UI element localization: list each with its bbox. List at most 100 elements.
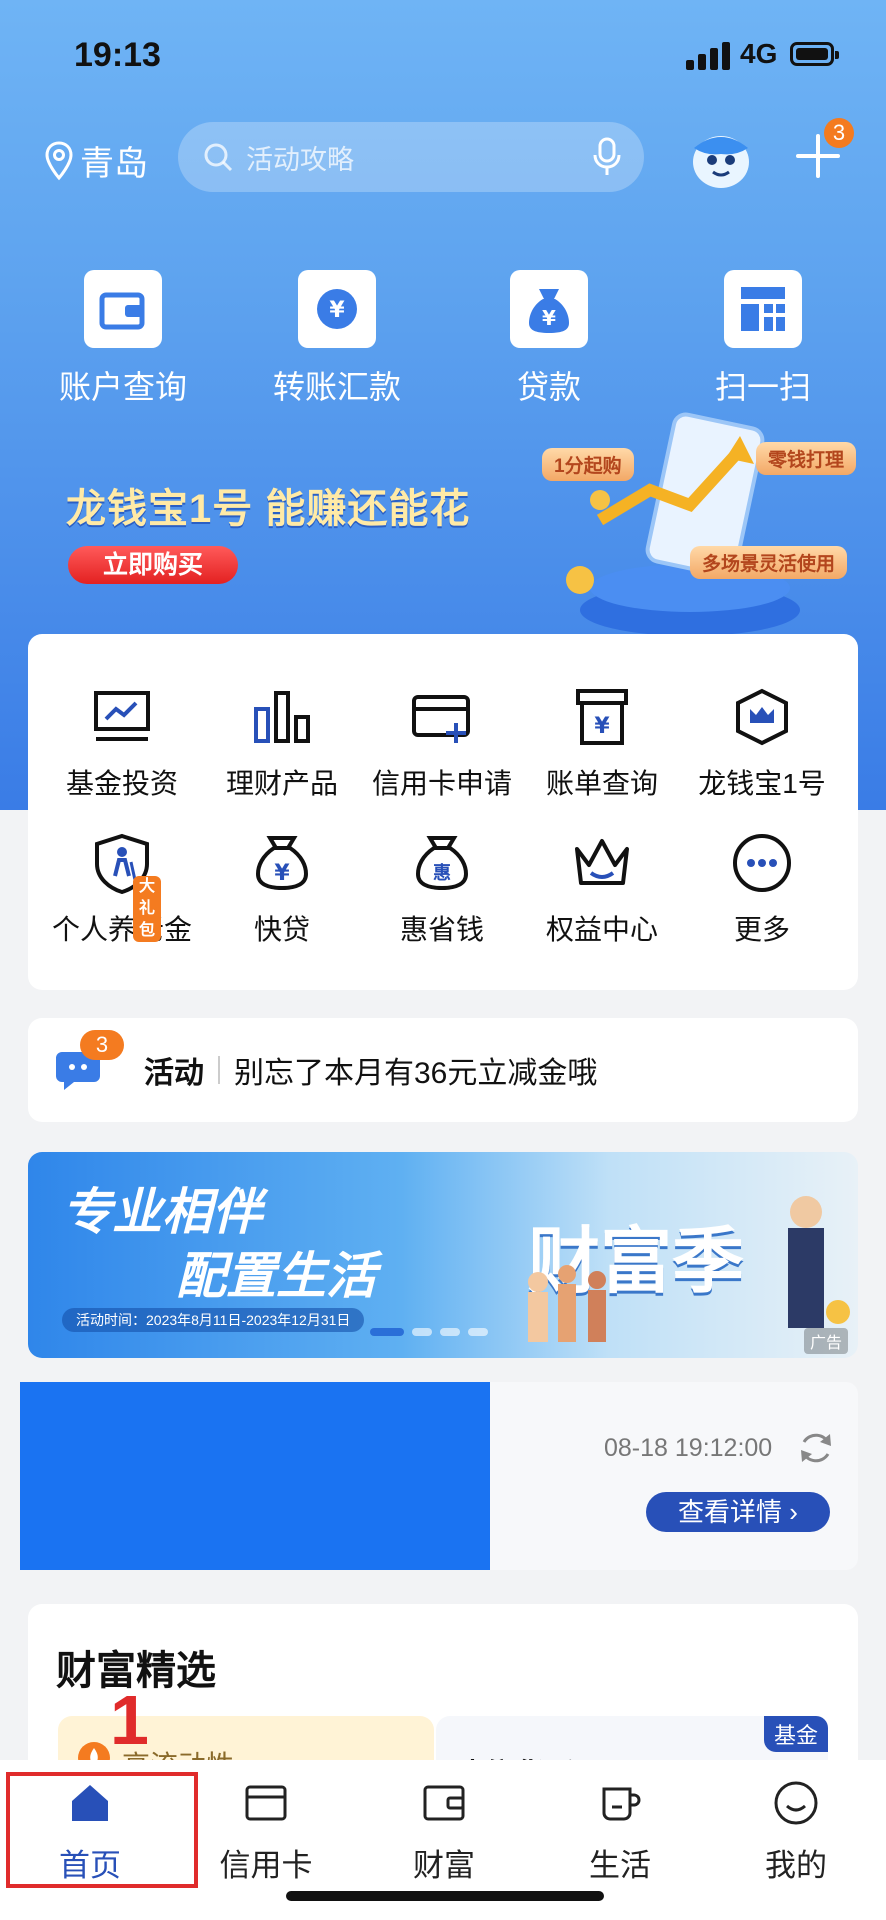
service-pension[interactable]: 大礼包 个人养老金 (42, 828, 202, 948)
tab-life[interactable]: 生活 (540, 1780, 700, 1885)
quick-action-account[interactable]: 账户查询 (38, 270, 208, 408)
promo-line2: 配置生活 (176, 1248, 376, 1304)
search-icon (204, 143, 233, 172)
ad-label: 广告 (803, 1328, 848, 1354)
cup-icon (602, 1787, 641, 1821)
service-label: 权益中心 (545, 914, 658, 945)
tab-label: 财富 (413, 1848, 475, 1883)
search-bar[interactable]: 活动攻略 (178, 122, 644, 192)
card-icon (245, 1785, 287, 1821)
fund-chart-icon (94, 691, 150, 741)
activity-text: 别忘了本月有36元立减金哦 (234, 1057, 598, 1090)
location-pin-icon (45, 140, 73, 180)
info-right-panel: 08-18 19:12:00 (490, 1382, 858, 1570)
banner-tag: 多场景灵活使用 (690, 546, 848, 579)
service-benefits-center[interactable]: 权益中心 (522, 828, 682, 948)
view-details-button[interactable]: 查看详情 › (646, 1492, 830, 1532)
svg-text:¥: ¥ (542, 306, 556, 330)
quick-action-label: 转账汇款 (272, 369, 401, 405)
carousel-dots (370, 1328, 488, 1336)
credit-card-add-icon (412, 695, 470, 743)
service-longqianbao[interactable]: 龙钱宝1号 (682, 682, 842, 802)
quick-action-loan[interactable]: ¥ 贷款 (464, 270, 634, 408)
service-label: 信用卡申请 (371, 768, 512, 799)
service-wealth-products[interactable]: 理财产品 (202, 682, 362, 802)
activity-badge: 3 (80, 1030, 124, 1060)
banner-tag: 零钱打理 (756, 442, 857, 475)
service-label: 理财产品 (225, 768, 338, 799)
mascot-avatar[interactable] (686, 126, 756, 192)
home-indicator (286, 1891, 604, 1901)
service-label: 更多 (733, 914, 790, 945)
tab-credit-card[interactable]: 信用卡 (186, 1780, 346, 1885)
city-label: 青岛 (80, 145, 148, 183)
service-bill-query[interactable]: ¥ 账单查询 (522, 682, 682, 802)
annotation-highlight-box (6, 1772, 198, 1888)
promo-line1: 专业相伴 (62, 1184, 262, 1240)
wallet-icon (423, 1785, 465, 1821)
tab-wealth[interactable]: 财富 (364, 1780, 524, 1885)
service-fund[interactable]: 基金投资 (42, 682, 202, 802)
info-blue-panel (20, 1382, 490, 1570)
info-section: 08-18 19:12:00 (20, 1382, 858, 1570)
promo-banner[interactable]: 专业相伴 配置生活 活动时间：2023年8月11日-2023年12月31日 财富… (28, 1152, 858, 1358)
hui-bag-icon: 惠 (415, 836, 469, 891)
annotation-number: 1 (110, 1681, 149, 1759)
activity-label: 活动 (144, 1057, 204, 1090)
service-save-money[interactable]: 惠 惠省钱 (362, 828, 522, 948)
fund-tag: 基金 (763, 1716, 828, 1752)
crown-icon (575, 839, 629, 885)
quick-action-transfer[interactable]: ¥ 转账汇款 (252, 270, 422, 408)
service-more[interactable]: 更多 (682, 828, 842, 948)
svg-text:¥: ¥ (594, 714, 610, 739)
wallet-icon (99, 292, 145, 330)
service-quick-loan[interactable]: ¥ 快贷 (202, 828, 362, 948)
activity-bar[interactable]: 活动 别忘了本月有36元立减金哦 (28, 1018, 858, 1122)
tab-mine[interactable]: 我的 (716, 1780, 876, 1885)
service-label: 龙钱宝1号 (698, 768, 826, 799)
tab-label: 信用卡 (219, 1848, 313, 1883)
gift-badge: 大礼包 (133, 876, 162, 942)
scan-icon (741, 287, 785, 331)
svg-text:惠: 惠 (433, 863, 451, 884)
info-timestamp: 08-18 19:12:00 (604, 1434, 773, 1462)
svg-text:¥: ¥ (329, 298, 345, 323)
crown-shield-icon (736, 688, 788, 746)
hero-banner-title: 龙钱宝1号 能赚还能花 (66, 487, 471, 531)
service-label: 惠省钱 (399, 914, 484, 945)
service-label: 基金投资 (65, 768, 178, 799)
network-type: 4G (740, 38, 778, 69)
refresh-icon[interactable] (796, 1428, 836, 1468)
bill-icon: ¥ (576, 689, 628, 745)
search-placeholder: 活动攻略 (246, 144, 354, 175)
status-bar: 19:13 4G (0, 0, 886, 110)
service-label: 快贷 (253, 914, 310, 945)
smile-icon (774, 1781, 818, 1825)
location-selector[interactable]: 青岛 (44, 136, 148, 185)
quick-action-label: 账户查询 (58, 369, 187, 405)
promo-date: 活动时间：2023年8月11日-2023年12月31日 (62, 1308, 365, 1332)
quick-action-label: 贷款 (516, 369, 581, 405)
view-details-label: 查看详情 (678, 1497, 783, 1527)
chevron-right-icon: › (789, 1497, 798, 1527)
divider (218, 1056, 220, 1084)
service-label: 账单查询 (545, 768, 658, 799)
money-bag-icon: ¥ (255, 836, 309, 891)
microphone-icon[interactable] (592, 137, 622, 177)
promo-illustration (528, 1196, 850, 1342)
transfer-icon: ¥ (317, 289, 357, 329)
bar-chart-icon (254, 691, 310, 743)
buy-now-button[interactable]: 立即购买 (68, 546, 238, 584)
signal-icon (686, 42, 732, 70)
money-bag-icon: ¥ (529, 289, 569, 333)
quick-action-scan[interactable]: 扫一扫 (678, 270, 848, 408)
status-time: 19:13 (74, 36, 161, 74)
svg-text:¥: ¥ (274, 861, 290, 886)
quick-action-label: 扫一扫 (714, 369, 811, 405)
service-label: 个人养老金 (51, 914, 192, 945)
plus-badge: 3 (824, 118, 854, 148)
more-icon (733, 834, 791, 892)
service-credit-card-apply[interactable]: 信用卡申请 (362, 682, 522, 802)
tab-label: 生活 (589, 1848, 651, 1883)
battery-icon (790, 42, 839, 66)
